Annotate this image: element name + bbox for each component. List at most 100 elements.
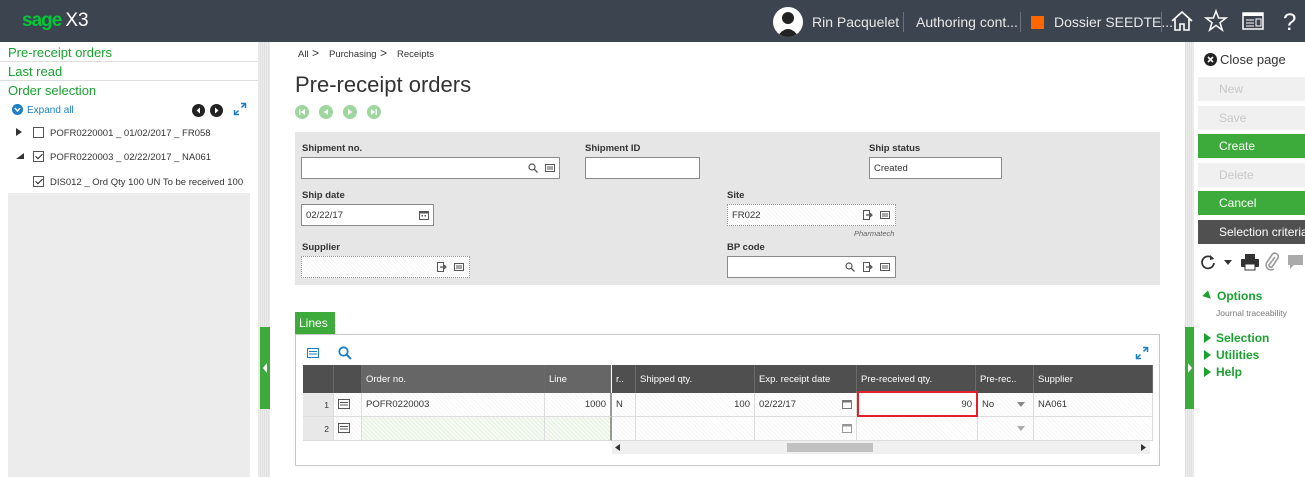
grid-header-line[interactable]: Line [545,365,611,393]
user-name[interactable]: Rin Pacquelet [812,14,899,30]
cell-r[interactable] [612,417,636,441]
table-row-action[interactable] [334,393,362,417]
drill-down-icon[interactable] [863,262,873,272]
attachment-icon[interactable] [1264,252,1280,272]
cell-pre-rec-select[interactable]: No [978,393,1034,417]
grid-header-pre-rec[interactable]: Pre-rec.. [976,365,1034,393]
refresh-icon[interactable] [1199,253,1217,271]
cell-r[interactable]: N [612,393,636,417]
previous-record-icon[interactable] [192,104,205,117]
cell-line[interactable] [545,417,612,441]
lookup-list-icon[interactable] [545,163,555,173]
cell-line[interactable]: 1000 [545,393,612,417]
save-button[interactable]: Save [1198,106,1305,130]
next-record-icon[interactable] [210,104,223,117]
authoring-context[interactable]: Authoring cont... [916,14,1018,30]
search-icon[interactable] [845,262,855,272]
close-page-button[interactable]: Close page [1204,52,1286,67]
breadcrumb-receipts[interactable]: Receipts [397,49,434,60]
last-record-icon[interactable] [367,105,381,119]
ship-date-field[interactable]: 02/22/17 [301,204,434,226]
row-detail-icon[interactable] [338,399,350,409]
lookup-list-icon[interactable] [880,210,890,220]
lookup-list-icon[interactable] [880,262,890,272]
cell-supplier[interactable] [1034,417,1153,441]
comment-icon[interactable] [1286,253,1305,271]
home-icon[interactable] [1169,8,1195,34]
user-avatar[interactable] [773,7,803,37]
cell-shipped-qty[interactable] [636,417,755,441]
tree-item[interactable]: DIS012 _ Ord Qty 100 UN To be received 1… [33,176,243,188]
lookup-list-icon[interactable] [454,262,464,272]
previous-record-icon[interactable] [319,105,333,119]
tree-checkbox[interactable] [33,151,44,162]
new-button[interactable]: New [1198,77,1305,101]
selection-criteria-button[interactable]: Selection criteria [1198,220,1305,244]
calendar-icon[interactable] [842,399,852,409]
help-icon[interactable]: ? [1276,8,1302,36]
link-order-selection[interactable]: Order selection [8,83,96,98]
site-field[interactable]: FR022 [727,204,896,226]
drill-down-icon[interactable] [863,210,873,220]
favorites-star-icon[interactable] [1203,8,1229,34]
grid-header-r[interactable]: r.. [612,365,636,393]
options-section[interactable]: Options [1202,289,1262,303]
scroll-left-icon[interactable] [615,444,620,451]
cell-pre-rec-select[interactable] [978,417,1034,441]
tab-lines[interactable]: Lines [295,312,335,334]
cell-shipped-qty[interactable]: 100 [636,393,755,417]
scrollbar-thumb[interactable] [787,443,873,452]
delete-button[interactable]: Delete [1198,163,1305,187]
grid-header-exp-receipt-date[interactable]: Exp. receipt date [755,365,857,393]
create-button[interactable]: Create [1198,134,1305,158]
supplier-field[interactable] [301,256,470,278]
expand-panel-icon[interactable] [233,102,247,116]
grid-header-order-no[interactable]: Order no. [362,365,545,393]
dropdown-arrow-icon[interactable] [1017,402,1025,407]
dropdown-arrow-icon[interactable] [1017,426,1025,431]
search-icon[interactable] [528,163,538,173]
tree-item[interactable]: POFR0220001 _ 01/02/2017 _ FR058 [16,127,211,139]
collapse-left-panel-handle[interactable] [260,327,270,409]
cell-exp-receipt-date[interactable] [755,417,857,441]
news-icon[interactable] [1240,8,1266,34]
cell-order-no[interactable]: POFR0220003 [362,393,545,417]
calendar-icon[interactable] [842,423,852,433]
row-detail-icon[interactable] [338,423,350,433]
cell-exp-receipt-date[interactable]: 02/22/17 [755,393,857,417]
grid-header-pre-received-qty[interactable]: Pre-received qty. [857,365,976,393]
print-icon[interactable] [1240,253,1260,271]
drill-down-icon[interactable] [437,262,447,272]
tree-expanded-icon[interactable] [16,153,24,159]
tree-collapsed-icon[interactable] [16,128,22,136]
ship-status-field[interactable]: Created [869,157,1002,179]
next-record-icon[interactable] [343,105,357,119]
cell-supplier[interactable]: NA061 [1034,393,1153,417]
utilities-section[interactable]: Utilities [1204,348,1259,362]
breadcrumb-purchasing[interactable]: Purchasing [329,49,377,60]
grid-search-icon[interactable] [338,346,352,360]
horizontal-scrollbar[interactable] [612,441,1150,454]
journal-traceability-link[interactable]: Journal traceability [1216,308,1287,318]
cell-pre-received-qty[interactable]: 90 [857,391,978,417]
tree-checkbox[interactable] [33,176,44,187]
help-section[interactable]: Help [1204,365,1242,379]
bp-code-field[interactable] [727,256,896,278]
grid-header-shipped-qty[interactable]: Shipped qty. [636,365,755,393]
shipment-no-field[interactable] [301,157,560,179]
selection-section[interactable]: Selection [1204,331,1269,345]
link-pre-receipt-orders[interactable]: Pre-receipt orders [8,45,112,60]
tree-item[interactable]: POFR0220003 _ 02/22/2017 _ NA061 [16,151,211,163]
folder-name[interactable]: Dossier SEEDTE... [1054,14,1173,30]
shipment-id-field[interactable] [585,157,700,179]
app-logo[interactable]: sage X3 [22,10,89,32]
expand-all-link[interactable]: Expand all [12,104,74,116]
first-record-icon[interactable] [295,105,309,119]
link-last-read[interactable]: Last read [8,64,62,79]
cell-order-no[interactable] [362,417,545,441]
cell-pre-received-qty[interactable] [857,417,978,441]
calendar-icon[interactable] [419,210,429,220]
grid-maximize-icon[interactable] [1135,346,1149,360]
refresh-dropdown-icon[interactable] [1224,260,1232,265]
tree-checkbox[interactable] [33,127,44,138]
